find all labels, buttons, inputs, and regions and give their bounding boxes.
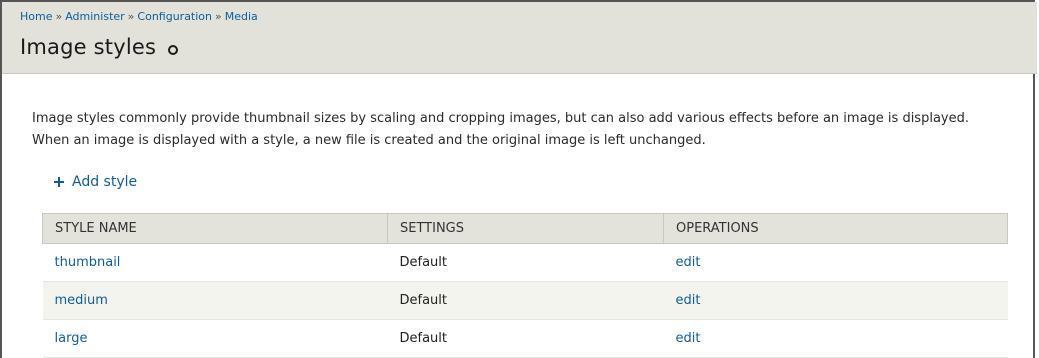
- breadcrumb-separator: »: [55, 10, 63, 23]
- settings-cell: Default: [387, 243, 664, 282]
- operations-cell: edit: [663, 281, 1008, 320]
- page-title: Image styles: [20, 35, 157, 59]
- page-description: Image styles commonly provide thumbnail …: [32, 111, 969, 148]
- breadcrumb-administer[interactable]: Administer: [65, 10, 124, 23]
- page-header: Home» Administer» Configuration» Media Imag…: [2, 2, 1037, 74]
- edit-link[interactable]: edit: [676, 293, 701, 308]
- table-row: medium Default edit: [42, 281, 1008, 320]
- add-style-label: Add style: [72, 174, 138, 190]
- breadcrumb-separator: »: [215, 10, 222, 23]
- style-name-link[interactable]: large: [55, 331, 88, 346]
- breadcrumb-home[interactable]: Home: [20, 10, 52, 23]
- column-header-style-name[interactable]: STYLE NAME: [42, 213, 388, 244]
- operations-cell: edit: [663, 243, 1008, 282]
- style-name-link[interactable]: medium: [55, 293, 108, 308]
- add-style-link[interactable]: Add style: [54, 174, 137, 190]
- breadcrumb-media[interactable]: Media: [225, 10, 258, 23]
- table-header-row: STYLE NAME SETTINGS OPERATIONS: [42, 213, 1008, 244]
- settings-cell: Default: [387, 281, 664, 320]
- image-styles-table: STYLE NAME SETTINGS OPERATIONS thumbnail…: [42, 213, 1008, 358]
- column-header-operations: OPERATIONS: [663, 213, 1008, 244]
- table-row: large Default edit: [42, 319, 1008, 358]
- breadcrumb-configuration[interactable]: Configuration: [137, 10, 212, 23]
- edit-link[interactable]: edit: [676, 331, 701, 346]
- shortcut-circle-icon[interactable]: [168, 45, 178, 55]
- settings-cell: Default: [387, 319, 664, 358]
- breadcrumb: Home» Administer» Configuration» Media: [20, 10, 258, 23]
- table-row: thumbnail Default edit: [42, 243, 1008, 282]
- style-name-cell: large: [42, 319, 388, 358]
- style-name-cell: thumbnail: [42, 243, 388, 282]
- breadcrumb-separator: »: [127, 10, 135, 23]
- style-name-cell: medium: [42, 281, 388, 320]
- column-header-settings: SETTINGS: [387, 213, 664, 244]
- edit-link[interactable]: edit: [676, 255, 701, 270]
- plus-icon: [54, 177, 64, 187]
- operations-cell: edit: [663, 319, 1008, 358]
- style-name-link[interactable]: thumbnail: [55, 255, 121, 270]
